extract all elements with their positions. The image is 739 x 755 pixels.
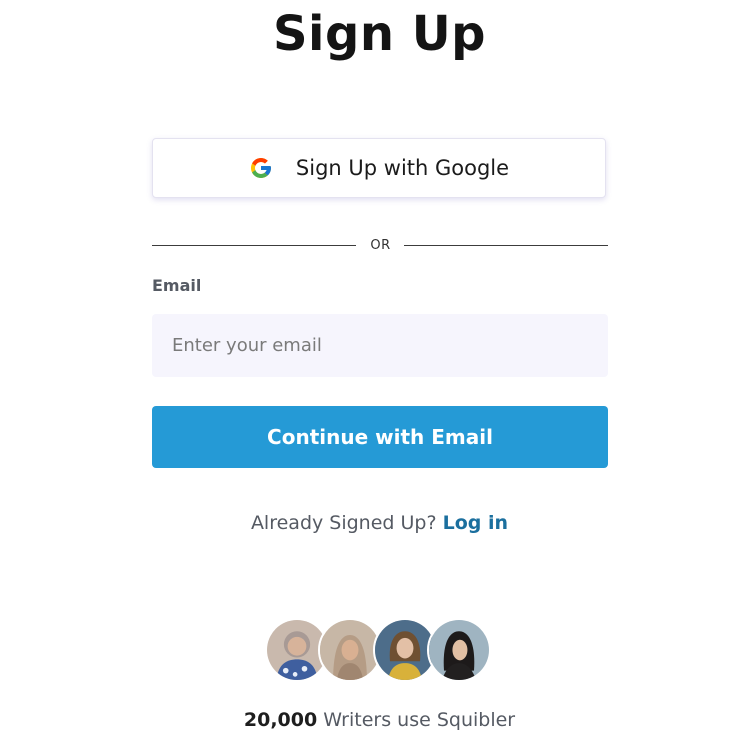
email-field[interactable] — [152, 314, 608, 377]
google-signup-label: Sign Up with Google — [295, 156, 510, 180]
writer-avatars — [265, 618, 495, 686]
divider-line-left — [152, 244, 357, 246]
writers-count: 20,000 — [243, 709, 318, 731]
login-prompt-text: Already Signed Up? — [250, 512, 437, 534]
page-title: Sign Up — [272, 6, 487, 62]
email-label: Email — [152, 276, 202, 295]
avatar — [427, 618, 491, 682]
or-divider: OR — [152, 236, 609, 254]
google-signup-button[interactable]: Sign Up with Google — [152, 138, 606, 198]
login-prompt: Already Signed Up? Log in — [0, 512, 739, 534]
google-icon — [249, 156, 273, 180]
login-link[interactable]: Log in — [443, 512, 508, 534]
continue-with-email-button[interactable]: Continue with Email — [152, 406, 608, 468]
writers-count-text: 20,000 Writers use Squibler — [0, 709, 739, 731]
divider-line-right — [403, 244, 609, 246]
writers-text: Writers use Squibler — [323, 709, 516, 731]
divider-or-text: OR — [370, 237, 391, 253]
